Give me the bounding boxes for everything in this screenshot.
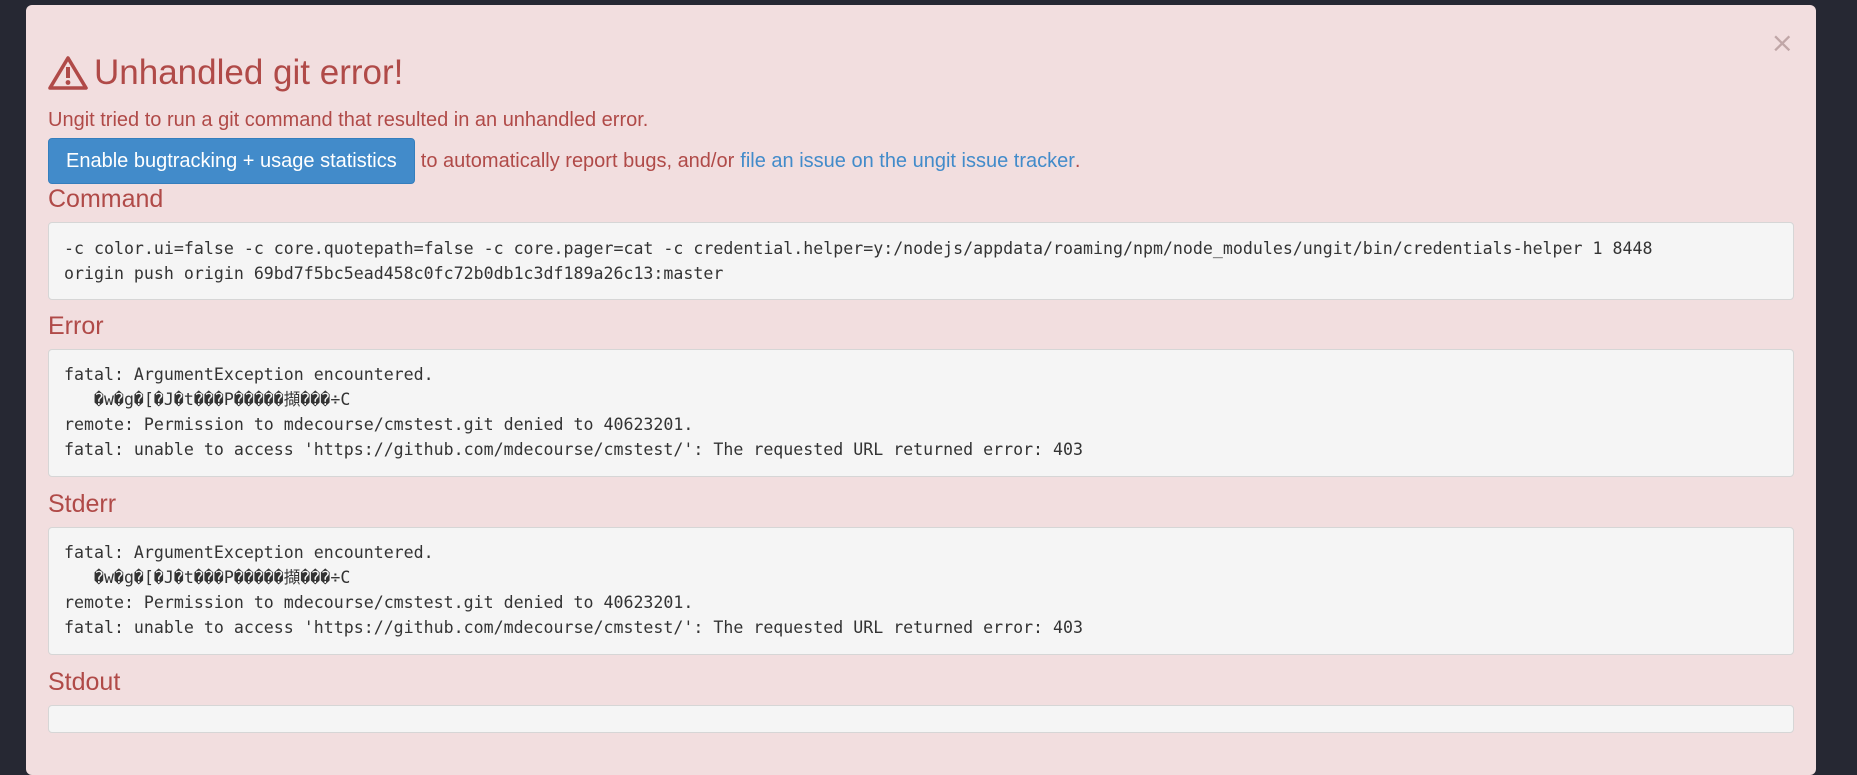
close-icon[interactable]: × [1771, 29, 1794, 57]
command-heading: Command [48, 185, 164, 213]
report-row: Enable bugtracking + usage statistics to… [48, 138, 1794, 184]
stdout-output[interactable] [48, 705, 1794, 733]
error-output[interactable]: fatal: ArgumentException encountered. �w… [48, 349, 1794, 477]
report-text-suffix: . [1074, 149, 1081, 172]
enable-bugtracking-button[interactable]: Enable bugtracking + usage statistics [48, 138, 415, 184]
dialog-title: Unhandled git error! [94, 53, 404, 92]
file-issue-link[interactable]: file an issue on the ungit issue tracker [740, 150, 1075, 173]
dialog-header: Unhandled git error! [48, 51, 1794, 95]
dialog-subtitle: Ungit tried to run a git command that re… [48, 109, 649, 131]
warning-triangle-icon [48, 56, 88, 90]
error-heading: Error [48, 312, 104, 340]
stderr-heading: Stderr [48, 490, 117, 518]
stderr-output[interactable]: fatal: ArgumentException encountered. �w… [48, 527, 1794, 655]
error-dialog: × Unhandled git error! Ungit tried to ru… [26, 5, 1816, 775]
command-output[interactable]: -c color.ui=false -c core.quotepath=fals… [48, 222, 1794, 300]
report-text: to automatically report bugs, and/or [420, 149, 735, 172]
stdout-heading: Stdout [48, 668, 121, 696]
